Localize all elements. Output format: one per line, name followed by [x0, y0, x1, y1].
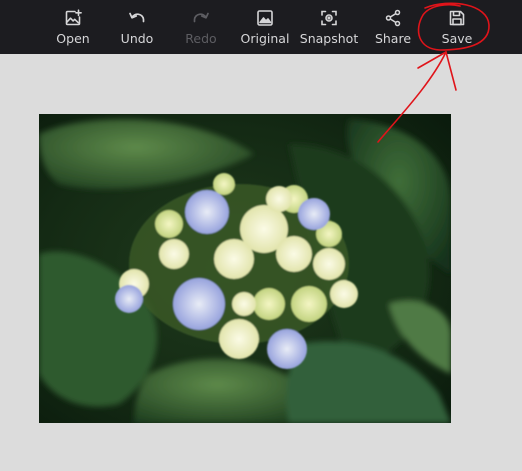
open-label: Open: [56, 31, 90, 46]
original-button[interactable]: Original: [239, 0, 291, 54]
hydrangea-photo: [39, 114, 451, 423]
undo-icon: [129, 12, 145, 23]
save-icon: [449, 10, 465, 26]
original-image-icon: [257, 10, 273, 26]
share-icon: [385, 9, 401, 27]
save-button[interactable]: Save: [439, 0, 475, 54]
redo-button[interactable]: Redo: [181, 0, 221, 54]
open-image-icon: [65, 9, 82, 26]
redo-icon: [193, 12, 209, 23]
undo-button[interactable]: Undo: [117, 0, 157, 54]
open-button[interactable]: Open: [54, 0, 92, 54]
original-label: Original: [240, 31, 290, 46]
snapshot-button[interactable]: Snapshot: [299, 0, 359, 54]
toolbar: Open Undo Redo Original Snapshot Share S…: [0, 0, 522, 54]
undo-label: Undo: [120, 31, 154, 46]
share-button[interactable]: Share: [373, 0, 413, 54]
redo-label: Redo: [185, 31, 217, 46]
share-label: Share: [374, 31, 412, 46]
snapshot-label: Snapshot: [299, 31, 359, 46]
snapshot-icon: [321, 10, 337, 26]
save-label: Save: [441, 31, 473, 46]
